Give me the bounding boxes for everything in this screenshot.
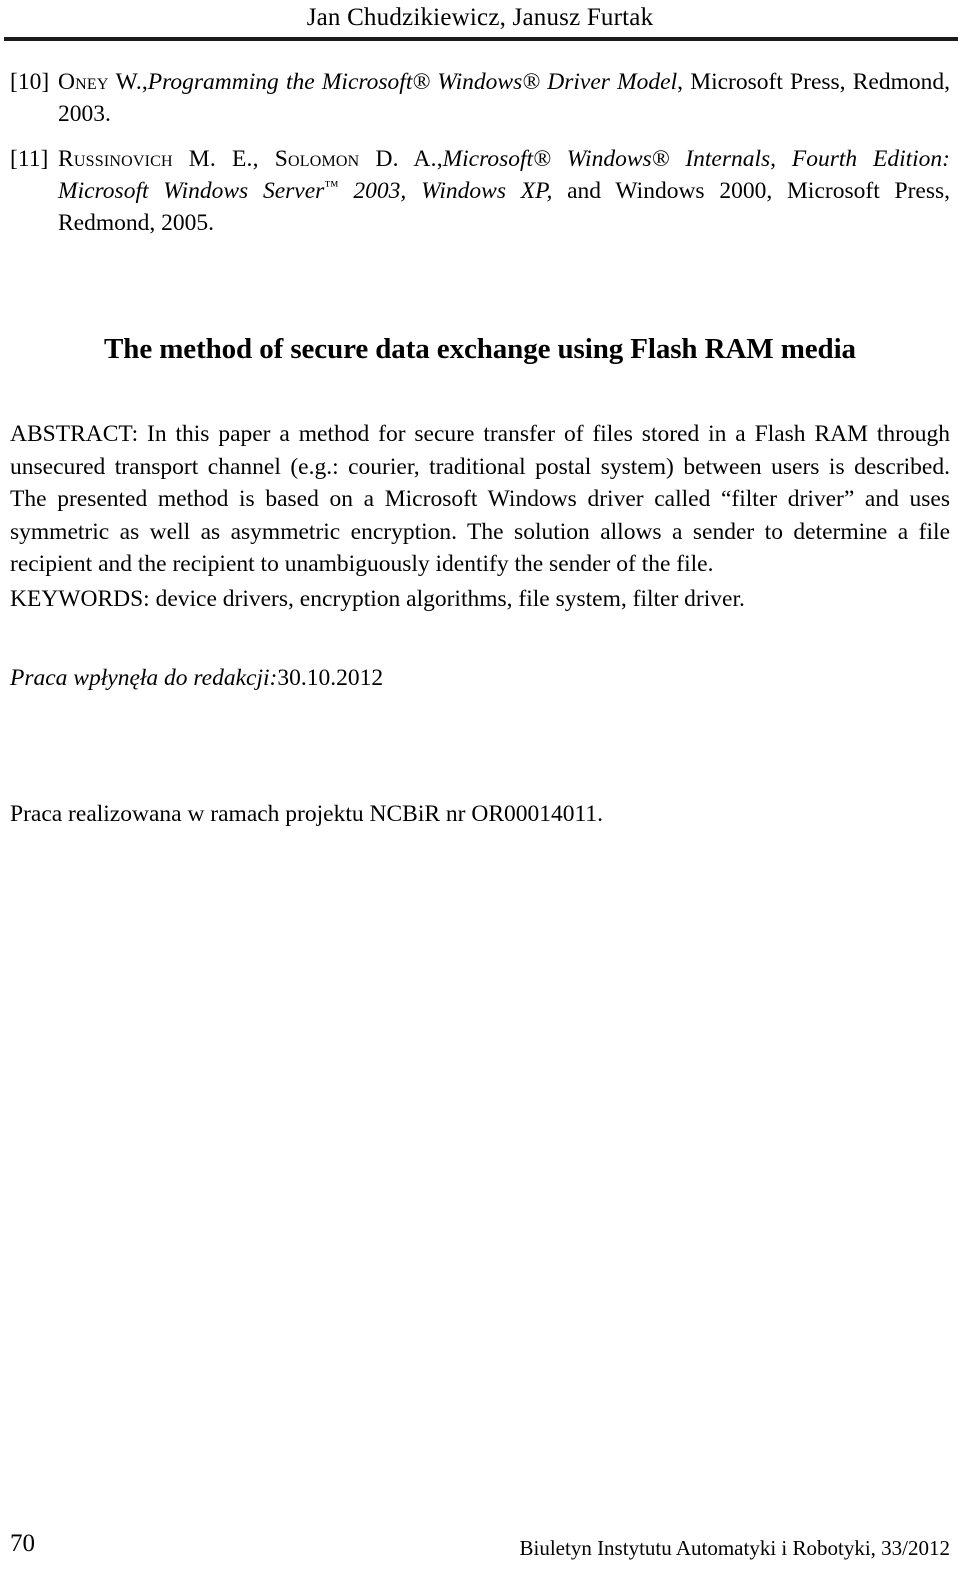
keywords-text: device drivers, encryption algorithms, f… <box>149 586 745 612</box>
received-date-line: Praca wpłynęła do redakcji:30.10.2012 <box>10 662 383 694</box>
page-footer: 70 Biuletyn Instytutu Automatyki i Robot… <box>10 1530 950 1566</box>
journal-citation: Biuletyn Instytutu Automatyki i Robotyki… <box>519 1536 950 1560</box>
reference-author: Russinovich M. E., Solomon D. A. <box>58 146 437 172</box>
reference-item: [11] Russinovich M. E., Solomon D. A.,Mi… <box>10 143 950 239</box>
abstract-label: ABSTRACT: <box>10 421 139 447</box>
header-divider-rule <box>4 37 958 41</box>
abstract-paragraph: ABSTRACT: In this paper a method for sec… <box>10 418 950 581</box>
keywords-label: KEYWORDS: <box>10 586 150 612</box>
reference-marker: [11] <box>10 146 49 172</box>
trademark-symbol: ™ <box>324 178 339 195</box>
reference-title-part-two: 2003, Windows XP, <box>338 178 553 204</box>
keywords-paragraph: KEYWORDS: device drivers, encryption alg… <box>10 583 950 615</box>
article-title: The method of secure data exchange using… <box>104 333 856 365</box>
abstract-text: In this paper a method for secure transf… <box>10 421 950 577</box>
page-number: 70 <box>10 1530 35 1557</box>
reference-body: Oney W.,Programming the Microsoft® Windo… <box>58 66 950 130</box>
reference-marker: [10] <box>10 69 50 95</box>
document-page: Jan Chudzikiewicz, Janusz Furtak [10] On… <box>0 0 960 1583</box>
funding-note: Praca realizowana w ramach projektu NCBi… <box>10 801 603 827</box>
reference-item: [10] Oney W.,Programming the Microsoft® … <box>10 66 950 130</box>
reference-list: [10] Oney W.,Programming the Microsoft® … <box>10 66 950 239</box>
reference-title: Programming the Microsoft® Windows® Driv… <box>147 69 678 95</box>
received-date-label: Praca wpłynęła do redakcji: <box>10 665 278 691</box>
received-date-value: 30.10.2012 <box>277 665 384 691</box>
reference-author: Oney W. <box>58 69 142 95</box>
reference-body: Russinovich M. E., Solomon D. A.,Microso… <box>58 143 950 239</box>
running-head: Jan Chudzikiewicz, Janusz Furtak <box>306 4 654 31</box>
